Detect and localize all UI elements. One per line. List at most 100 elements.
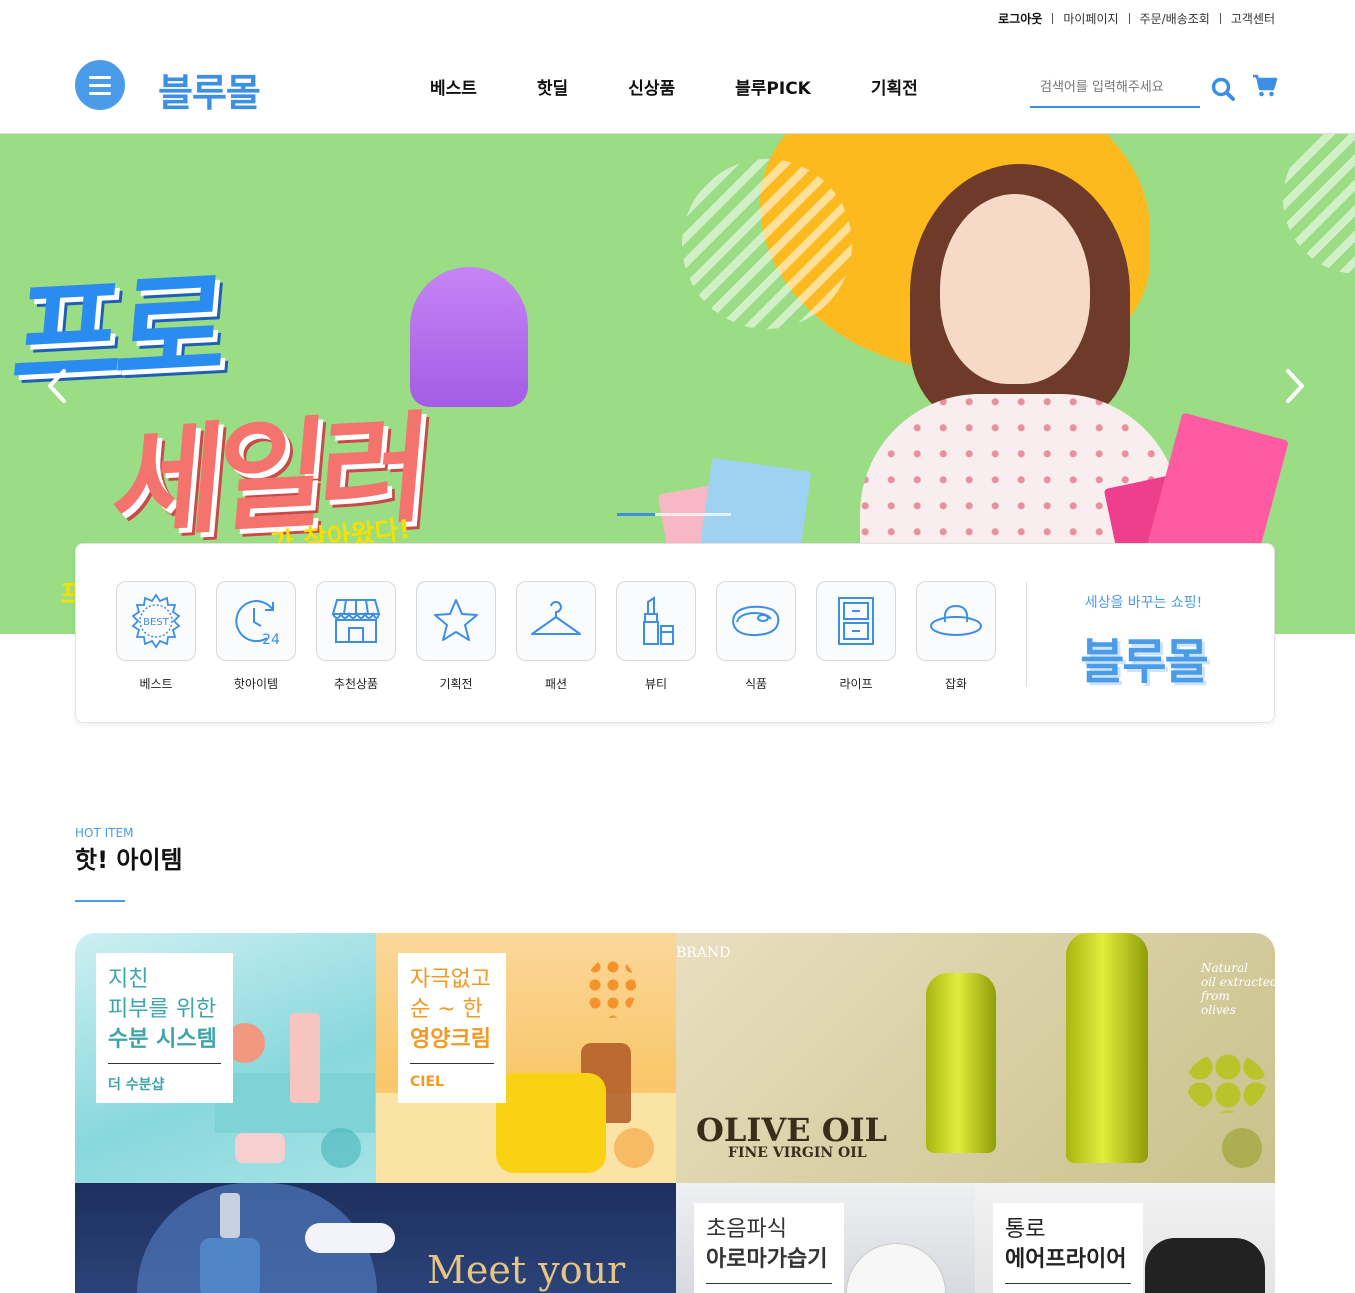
order-tracking-link[interactable]: 주문/배송조회 xyxy=(1130,10,1220,27)
model-face xyxy=(940,194,1090,384)
banner-dot[interactable] xyxy=(655,513,693,516)
banner-dot[interactable] xyxy=(693,513,731,516)
category-best[interactable]: BEST 베스트 xyxy=(116,581,196,692)
banner-dot[interactable] xyxy=(617,513,655,516)
mypage-link[interactable]: 마이페이지 xyxy=(1053,10,1128,27)
site-logo[interactable]: 블루몰 xyxy=(158,62,261,117)
cosmetic-jar xyxy=(235,1133,285,1163)
serum-bottle xyxy=(200,1238,260,1293)
lipstick-icon xyxy=(616,581,696,661)
nav-item-new[interactable]: 신상품 xyxy=(628,74,675,99)
drawer-icon xyxy=(816,581,896,661)
divider xyxy=(706,1283,832,1284)
tile-caption: 자극없고 순 ~ 한 영양크림 CIEL xyxy=(398,953,506,1103)
svg-text:BEST: BEST xyxy=(143,617,170,628)
category-panel: BEST 베스트 24 핫아이템 추천상품 기획전 패션 뷰티 식품 라이프 잡… xyxy=(75,543,1275,723)
more-arrow-icon[interactable] xyxy=(1222,1128,1262,1168)
airfryer-device xyxy=(1145,1238,1265,1293)
brand-logo: 블루몰 xyxy=(1080,634,1208,690)
star-icon xyxy=(416,581,496,661)
menu-bar xyxy=(89,75,111,79)
decor-stripe-circle xyxy=(1283,134,1355,274)
product-tile-cream[interactable]: 자극없고 순 ~ 한 영양크림 CIEL xyxy=(376,933,676,1183)
hat-icon xyxy=(916,581,996,661)
search-box xyxy=(1030,70,1200,108)
logout-link[interactable]: 로그아웃 xyxy=(988,10,1052,27)
category-food[interactable]: 식품 xyxy=(716,581,796,692)
steak-icon xyxy=(716,581,796,661)
tile-line-1: 통로 xyxy=(1005,1217,1046,1242)
customer-center-link[interactable]: 고객센터 xyxy=(1221,10,1275,27)
cart-icon[interactable] xyxy=(1252,73,1278,99)
olives xyxy=(1186,1053,1266,1113)
section-title: 핫! 아이템 xyxy=(75,846,183,874)
search-input[interactable] xyxy=(1030,70,1200,104)
tile-line-3: 아로마가습기 xyxy=(706,1247,828,1272)
product-tile-serum[interactable]: Meet your xyxy=(75,1183,676,1293)
category-exhibition[interactable]: 기획전 xyxy=(416,581,496,692)
tile-caption: 통로 에어프라이어 xyxy=(993,1203,1143,1293)
product-tile-humidifier[interactable]: 초음파식 아로마가습기 xyxy=(676,1183,975,1293)
tile-line-2: 순 ~ 한 xyxy=(410,997,483,1022)
product-tile-olive-oil[interactable]: BRAND OLIVE OIL FINE VIRGIN OIL Natural … xyxy=(676,933,1275,1183)
category-life[interactable]: 라이프 xyxy=(816,581,896,692)
product-tile-airfryer[interactable]: 통로 에어프라이어 xyxy=(975,1183,1275,1293)
hanger-icon xyxy=(516,581,596,661)
olive-oil-bottle xyxy=(1066,933,1148,1163)
utility-nav: 로그아웃 마이페이지 주문/배송조회 고객센터 xyxy=(988,10,1275,27)
tile-brand: 더 수분샵 xyxy=(108,1077,165,1093)
banner-prev-arrow-icon[interactable] xyxy=(42,366,72,406)
category-label: 패션 xyxy=(544,677,568,691)
category-label: 라이프 xyxy=(839,677,873,691)
banner-next-arrow-icon[interactable] xyxy=(1280,366,1310,406)
brand-tag: BRAND xyxy=(676,945,731,961)
tile-line-3: 에어프라이어 xyxy=(1005,1247,1127,1272)
nav-item-best[interactable]: 베스트 xyxy=(430,74,477,99)
script-line: olives xyxy=(1201,1003,1236,1017)
clock-24-icon: 24 xyxy=(216,581,296,661)
category-goods[interactable]: 잡화 xyxy=(916,581,996,692)
tile-line-2: 피부를 위한 xyxy=(108,997,217,1022)
nav-item-exhibition[interactable]: 기획전 xyxy=(871,74,918,99)
tile-line-1: 자극없고 xyxy=(410,967,491,992)
humidifier-device xyxy=(846,1243,946,1293)
nav-item-hotdeal[interactable]: 핫딜 xyxy=(537,74,568,99)
category-hot-item[interactable]: 24 핫아이템 xyxy=(216,581,296,692)
category-beauty[interactable]: 뷰티 xyxy=(616,581,696,692)
search-icon[interactable] xyxy=(1210,76,1236,102)
category-recommended[interactable]: 추천상품 xyxy=(316,581,396,692)
tile-caption: 초음파식 아로마가습기 xyxy=(694,1203,844,1293)
tile-script-text: Natural oil extracted from olives xyxy=(1201,961,1275,1017)
brand-slogan: 세상을 바꾸는 쇼핑! xyxy=(1084,595,1203,611)
category-label: 베스트 xyxy=(139,677,173,691)
more-arrow-icon[interactable] xyxy=(614,1128,654,1168)
dropper xyxy=(220,1193,240,1238)
cream-jar xyxy=(496,1073,606,1173)
category-label: 잡화 xyxy=(944,677,968,691)
divider xyxy=(108,1063,221,1064)
olive-oil-bottle xyxy=(926,973,996,1153)
hamburger-menu-button[interactable] xyxy=(75,60,125,110)
tile-subtitle: FINE VIRGIN OIL xyxy=(728,1145,867,1161)
divider xyxy=(1026,582,1027,687)
category-label: 핫아이템 xyxy=(233,677,279,691)
best-badge-icon: BEST xyxy=(116,581,196,661)
tile-caption: 지친 피부를 위한 수분 시스템 더 수분샵 xyxy=(96,953,233,1103)
tile-text: Meet your xyxy=(427,1248,626,1292)
kumquat-plant xyxy=(586,958,636,1018)
category-fashion[interactable]: 패션 xyxy=(516,581,596,692)
section-subtitle: HOT ITEM xyxy=(75,826,134,840)
category-label: 추천상품 xyxy=(333,677,379,691)
tile-line-3: 영양크림 xyxy=(410,1027,491,1052)
product-tile-moisture[interactable]: 지친 피부를 위한 수분 시스템 더 수분샵 xyxy=(75,933,376,1183)
category-label: 식품 xyxy=(744,677,768,691)
store-icon xyxy=(316,581,396,661)
script-line: Natural xyxy=(1201,961,1248,975)
tile-line-1: 지친 xyxy=(108,967,149,992)
category-label: 기획전 xyxy=(439,677,473,691)
more-arrow-icon[interactable] xyxy=(321,1128,361,1168)
nav-item-bluepick[interactable]: 블루PICK xyxy=(735,74,811,99)
site-header: 블루몰 베스트 핫딜 신상품 블루PICK 기획전 xyxy=(0,40,1355,134)
main-nav: 베스트 핫딜 신상품 블루PICK 기획전 xyxy=(430,74,978,99)
banner-pagination xyxy=(617,513,731,516)
